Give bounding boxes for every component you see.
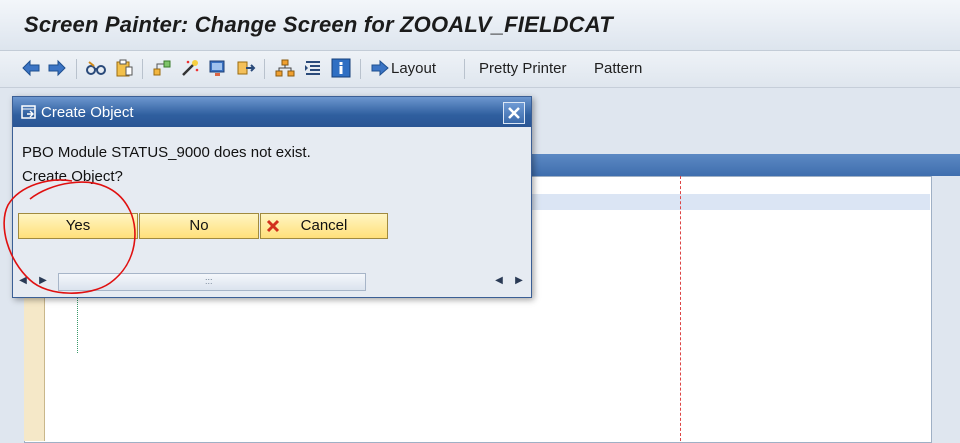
create-object-dialog: Create Object PBO Module STATUS_9000 doe… — [12, 96, 532, 298]
yes-button[interactable]: Yes — [18, 213, 138, 239]
dialog-title: Create Object — [41, 104, 134, 121]
no-button-label: No — [189, 217, 209, 234]
cancel-button-label: Cancel — [300, 217, 348, 234]
info-icon[interactable] — [331, 58, 351, 78]
toolbar-separator — [76, 59, 77, 79]
window-title-bar: Screen Painter: Change Screen for ZOOALV… — [0, 0, 960, 51]
toolbar-separator — [360, 59, 361, 79]
toolbar-separator — [142, 59, 143, 79]
editor-header-bar — [530, 154, 960, 176]
dialog-window-icon — [21, 104, 37, 120]
toolbar-separator — [264, 59, 265, 79]
cancel-button[interactable]: Cancel — [260, 213, 388, 239]
scroll-right-icon[interactable]: ▶ — [514, 275, 524, 287]
scroll-right-page-icon[interactable]: ◀ — [494, 275, 504, 287]
back-arrow-icon[interactable] — [21, 58, 41, 78]
window-title: Screen Painter: Change Screen for ZOOALV… — [24, 12, 613, 37]
clipboard-icon[interactable] — [114, 58, 134, 78]
pretty-printer-button[interactable]: Pretty Printer — [479, 60, 567, 77]
grip-icon: ::: — [205, 276, 213, 286]
cancel-icon — [265, 218, 281, 234]
scroll-left-page-icon[interactable]: ▶ — [38, 275, 48, 287]
close-button[interactable] — [503, 102, 525, 124]
right-margin-line — [680, 176, 681, 441]
toolbar-separator — [464, 59, 465, 79]
pattern-button[interactable]: Pattern — [594, 60, 642, 77]
hierarchy-icon[interactable] — [152, 58, 172, 78]
transfer-icon[interactable] — [236, 58, 256, 78]
application-toolbar: Layout Pretty Printer Pattern — [0, 51, 960, 88]
dialog-question: Create Object? — [22, 168, 123, 185]
layout-button[interactable]: Layout — [391, 60, 436, 77]
tree-icon[interactable] — [275, 58, 295, 78]
horizontal-scrollbar[interactable]: ◀ ▶ ::: ◀ ▶ — [18, 272, 528, 291]
screen-icon[interactable] — [208, 58, 228, 78]
layout-arrow-icon — [370, 58, 390, 78]
indent-icon[interactable] — [303, 58, 323, 78]
dialog-title-bar[interactable]: Create Object — [13, 97, 531, 127]
scroll-left-icon[interactable]: ◀ — [18, 275, 28, 287]
forward-arrow-icon[interactable] — [47, 58, 67, 78]
close-icon — [508, 107, 520, 119]
dialog-message: PBO Module STATUS_9000 does not exist. — [22, 144, 311, 161]
scrollbar-thumb[interactable]: ::: — [58, 273, 366, 291]
glasses-icon[interactable] — [86, 58, 106, 78]
no-button[interactable]: No — [139, 213, 259, 239]
magic-wand-icon[interactable] — [180, 58, 200, 78]
yes-button-label: Yes — [65, 217, 91, 234]
